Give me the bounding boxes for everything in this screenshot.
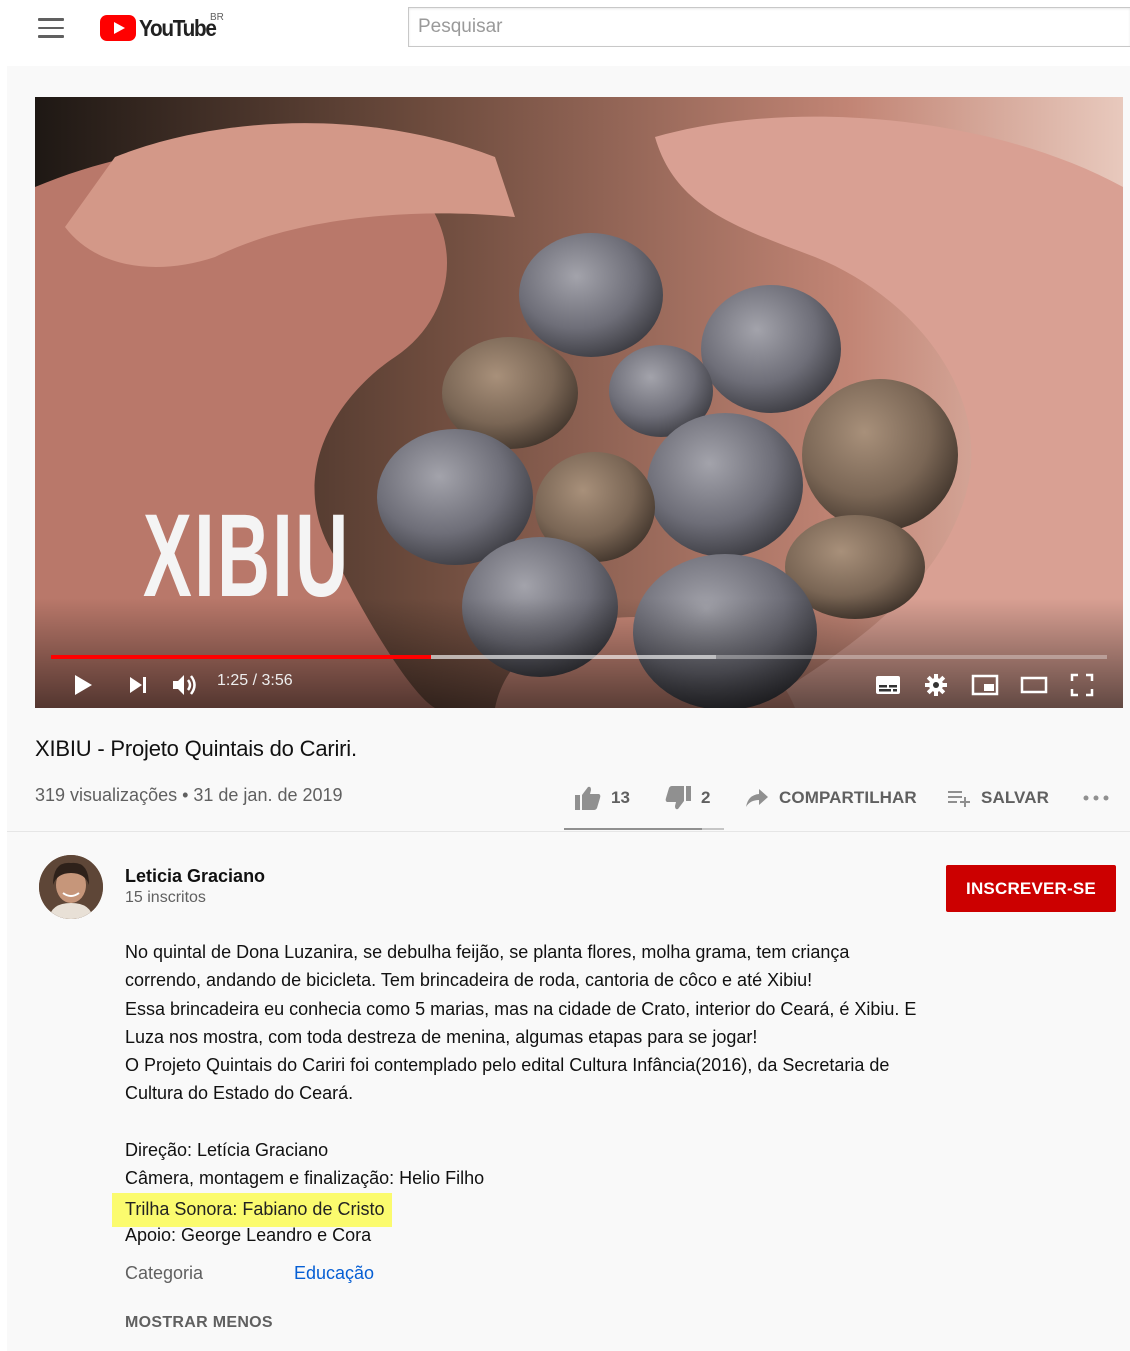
divider <box>7 831 1130 832</box>
search-input[interactable] <box>409 8 1130 46</box>
search-box[interactable] <box>408 7 1130 47</box>
share-icon <box>746 789 768 807</box>
hamburger-menu-icon[interactable] <box>38 18 64 38</box>
subscribe-button[interactable]: INSCREVER-SE <box>946 865 1116 912</box>
description-line: correndo, andando de bicicleta. Tem brin… <box>125 970 813 991</box>
more-actions-button[interactable] <box>1082 783 1110 813</box>
thumbs-down-icon <box>665 786 691 810</box>
miniplayer-button[interactable] <box>968 667 1002 703</box>
subtitles-button[interactable] <box>871 667 905 703</box>
category-label: Categoria <box>125 1263 204 1283</box>
masthead: YouTube BR <box>0 0 1130 64</box>
miniplayer-icon <box>971 674 999 696</box>
fullscreen-icon <box>1070 673 1094 697</box>
share-label: COMPARTILHAR <box>779 788 917 807</box>
play-button[interactable] <box>65 667 101 703</box>
logo-text: YouTube <box>139 14 217 41</box>
volume-icon <box>173 675 196 695</box>
avatar-image <box>39 855 103 919</box>
dislike-count: 2 <box>701 788 711 807</box>
video-description: No quintal de Dona Luzanira, se debulha … <box>112 938 955 1249</box>
progress-bar[interactable] <box>51 655 1107 659</box>
region-code: BR <box>210 12 224 23</box>
credit-direction: Direção: Letícia Graciano <box>125 1140 329 1161</box>
share-button[interactable]: COMPARTILHAR <box>744 783 917 813</box>
video-player[interactable]: XIBIU 1:25 / 3:56 <box>35 97 1123 708</box>
credit-support: Apoio: George Leandro e Cora <box>125 1224 372 1245</box>
save-button[interactable]: SALVAR <box>946 783 1049 813</box>
channel-avatar[interactable] <box>39 855 103 919</box>
description-line: Cultura do Estado do Ceará. <box>125 1083 354 1104</box>
description-line: Essa brincadeira eu conhecia como 5 mari… <box>125 998 917 1019</box>
subtitles-icon <box>876 676 900 694</box>
next-button[interactable] <box>120 667 156 703</box>
dislike-button[interactable]: 2 <box>664 783 711 813</box>
sentiment-like-fill <box>564 828 702 830</box>
description-line: No quintal de Dona Luzanira, se debulha … <box>125 942 850 962</box>
credit-camera: Câmera, montagem e finalização: Helio Fi… <box>125 1168 485 1189</box>
volume-button[interactable] <box>167 667 203 703</box>
thumbs-up-icon <box>575 786 601 810</box>
category-link[interactable]: Educação <box>294 1263 374 1284</box>
time-display: 1:25 / 3:56 <box>217 672 293 689</box>
like-button[interactable]: 13 <box>574 783 630 813</box>
youtube-logo[interactable]: YouTube <box>100 13 224 43</box>
settings-button[interactable] <box>919 667 953 703</box>
like-count: 13 <box>611 788 631 807</box>
video-meta: 319 visualizações • 31 de jan. de 2019 <box>35 785 343 805</box>
theater-mode-button[interactable] <box>1017 667 1051 703</box>
more-horizontal-icon <box>1083 795 1109 801</box>
theater-mode-icon <box>1020 676 1048 694</box>
play-icon <box>75 675 92 695</box>
show-less-button[interactable]: MOSTRAR MENOS <box>125 1314 273 1332</box>
description-line: O Projeto Quintais do Cariri foi contemp… <box>125 1055 890 1076</box>
youtube-play-icon <box>100 15 136 41</box>
gear-icon <box>925 674 947 696</box>
playlist-add-icon <box>948 791 970 807</box>
channel-name[interactable]: Leticia Graciano <box>125 866 265 887</box>
save-label: SALVAR <box>981 788 1049 807</box>
description-line: Luza nos mostra, com toda destreza de me… <box>125 1026 758 1047</box>
progress-played <box>51 655 432 659</box>
video-title: XIBIU - Projeto Quintais do Cariri. <box>35 736 357 761</box>
sentiment-bar <box>564 828 724 830</box>
fullscreen-button[interactable] <box>1065 667 1099 703</box>
skip-next-icon <box>130 677 146 693</box>
subscriber-count: 15 inscritos <box>125 889 206 906</box>
